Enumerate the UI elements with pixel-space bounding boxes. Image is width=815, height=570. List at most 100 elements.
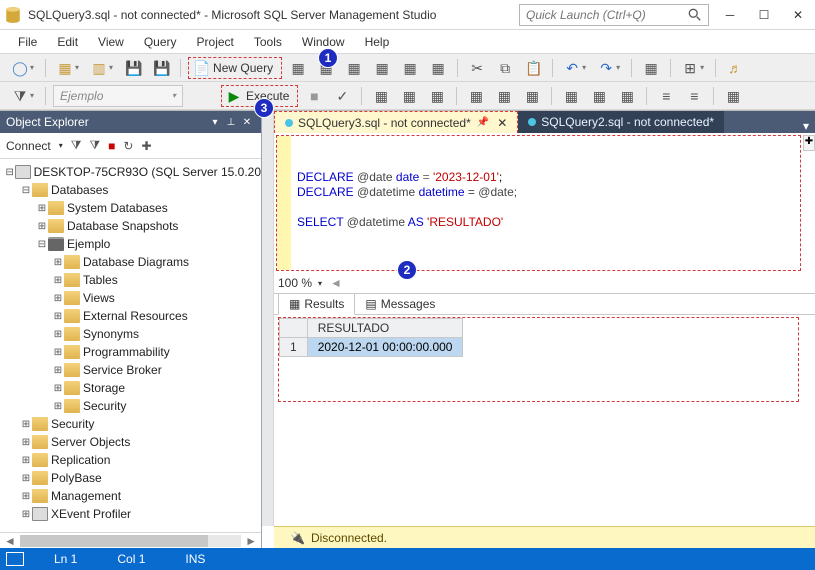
plan-button-6[interactable]: ▦ [520, 85, 544, 107]
new-item-button[interactable]: ▦▾ [53, 57, 83, 79]
tree-node[interactable]: ⊞Security [0, 415, 261, 433]
cell-value[interactable]: 2020-12-01 00:00:00.000 [307, 338, 463, 357]
menu-project[interactable]: Project [187, 32, 244, 52]
toolbar-icon-5[interactable]: ▦ [398, 57, 422, 79]
menu-file[interactable]: File [8, 32, 47, 52]
tree-node[interactable]: ⊞Storage [0, 379, 261, 397]
menu-view[interactable]: View [88, 32, 134, 52]
tab-sqlquery2[interactable]: SQLQuery2.sql - not connected* [518, 111, 724, 133]
status-bar: Ln 1 Col 1 INS [0, 548, 815, 570]
tree-node[interactable]: ⊞Synonyms [0, 325, 261, 343]
panel-close-icon[interactable]: ✕ [239, 117, 255, 128]
stop-button[interactable]: ■ [302, 85, 326, 107]
status-box-icon[interactable] [6, 552, 24, 566]
status-col: Col 1 [97, 552, 165, 566]
menu-tools[interactable]: Tools [244, 32, 292, 52]
row-number[interactable]: 1 [280, 338, 308, 357]
toolbar-icon-6[interactable]: ▦ [426, 57, 450, 79]
toolbar2-icon-a[interactable]: ▦ [721, 85, 745, 107]
stop-connect-icon[interactable]: ■ [108, 139, 115, 153]
annotation-2: 2 [397, 260, 417, 280]
server-icon [15, 165, 30, 179]
zoom-value[interactable]: 100 % [278, 276, 312, 290]
tab-close-icon[interactable]: ✕ [497, 116, 507, 130]
undo-button[interactable]: ↶▾ [560, 57, 590, 79]
toolbar-icon-7[interactable]: ▦ [639, 57, 663, 79]
tree-node[interactable]: ⊞PolyBase [0, 469, 261, 487]
search-icon[interactable] [688, 8, 702, 22]
tree-node[interactable]: ⊞Server Objects [0, 433, 261, 451]
menu-edit[interactable]: Edit [47, 32, 88, 52]
tab-sqlquery3[interactable]: SQLQuery3.sql - not connected* 📌 ✕ [274, 111, 518, 133]
indent-right-button[interactable]: ≡ [682, 85, 706, 107]
tree-snap-node[interactable]: ⊞Database Snapshots [0, 217, 261, 235]
plan-button-1[interactable]: ▦ [369, 85, 393, 107]
toolbar-main: ◯▾ ▦▾ ▥▾ 💾 💾 📄 New Query 1 ▦ ▦ ▦ ▦ ▦ ▦ ✂… [0, 54, 815, 82]
menu-help[interactable]: Help [355, 32, 400, 52]
parse-button[interactable]: ✓ [330, 85, 354, 107]
sql-editor[interactable]: DECLARE @date date = '2023-12-01'; DECLA… [276, 135, 801, 271]
filter-button[interactable]: ⧩▾ [8, 85, 38, 107]
toolbar-icon-8[interactable]: ⊞▾ [678, 57, 708, 79]
plan-button-2[interactable]: ▦ [397, 85, 421, 107]
tree-node[interactable]: ⊞Programmability [0, 343, 261, 361]
maximize-button[interactable]: ☐ [747, 1, 781, 29]
tree-ejemplo-node[interactable]: ⊟Ejemplo [0, 235, 261, 253]
tab-messages[interactable]: ▤Messages [355, 294, 445, 314]
database-combo[interactable]: Ejemplo ▾ [53, 85, 183, 107]
plan-button-3[interactable]: ▦ [425, 85, 449, 107]
cut-button[interactable]: ✂ [465, 57, 489, 79]
open-item-button[interactable]: ▥▾ [87, 57, 117, 79]
menu-query[interactable]: Query [134, 32, 187, 52]
results-grid[interactable]: RESULTADO 12020-12-01 00:00:00.000 [278, 317, 799, 402]
tree-server-node[interactable]: ⊟DESKTOP-75CR93O (SQL Server 15.0.20 [0, 163, 261, 181]
plan-button-9[interactable]: ▦ [615, 85, 639, 107]
object-explorer-tree[interactable]: ⊟DESKTOP-75CR93O (SQL Server 15.0.20 ⊟Da… [0, 159, 261, 532]
tabs-overflow-button[interactable]: ▾ [797, 119, 815, 133]
tree-horizontal-scrollbar[interactable]: ◄► [0, 532, 261, 548]
chevron-down-icon[interactable]: ▾ [318, 279, 322, 288]
tree-node[interactable]: ⊞Management [0, 487, 261, 505]
tree-node[interactable]: ⊞Views [0, 289, 261, 307]
connect-button[interactable]: Connect [6, 139, 51, 153]
pin-right-button[interactable]: ✚ [803, 135, 815, 151]
tab-results[interactable]: ▦Results [278, 293, 355, 315]
tree-databases-node[interactable]: ⊟Databases [0, 181, 261, 199]
quick-launch-box[interactable] [519, 4, 709, 26]
tree-node[interactable]: ⊞Replication [0, 451, 261, 469]
paste-button[interactable]: 📋 [521, 57, 545, 79]
panel-dropdown-icon[interactable]: ▾ [207, 117, 223, 128]
column-header[interactable]: RESULTADO [307, 319, 463, 338]
refresh-icon[interactable]: ↻ [123, 139, 133, 153]
save-all-button[interactable]: 💾 [149, 57, 173, 79]
toolbar-icon-4[interactable]: ▦ [370, 57, 394, 79]
tree-node[interactable]: ⊞Service Broker [0, 361, 261, 379]
plan-button-8[interactable]: ▦ [587, 85, 611, 107]
close-button[interactable]: ✕ [781, 1, 815, 29]
save-button[interactable]: 💾 [121, 57, 145, 79]
toolbar-icon-1[interactable]: ▦ [286, 57, 310, 79]
tree-node[interactable]: ⊞Database Diagrams [0, 253, 261, 271]
filter-icon[interactable]: ⧩ [71, 138, 82, 153]
filter2-icon[interactable]: ⧩ [89, 138, 100, 153]
nav-back-button[interactable]: ◯▾ [8, 57, 38, 79]
plan-button-7[interactable]: ▦ [559, 85, 583, 107]
panel-pin-icon[interactable]: ⊥ [223, 117, 239, 128]
plan-button-5[interactable]: ▦ [492, 85, 516, 107]
redo-button[interactable]: ↷▾ [594, 57, 624, 79]
indent-left-button[interactable]: ≡ [654, 85, 678, 107]
tree-sysdb-node[interactable]: ⊞System Databases [0, 199, 261, 217]
minimize-button[interactable]: ─ [713, 1, 747, 29]
tree-node[interactable]: ⊞XEvent Profiler [0, 505, 261, 523]
quick-launch-input[interactable] [526, 8, 688, 22]
tree-node[interactable]: ⊞External Resources [0, 307, 261, 325]
tree-node[interactable]: ⊞Tables [0, 271, 261, 289]
tree-node[interactable]: ⊞Security [0, 397, 261, 415]
new-query-button[interactable]: 📄 New Query [188, 57, 282, 79]
plan-button-4[interactable]: ▦ [464, 85, 488, 107]
toolbar-icon-3[interactable]: ▦ [342, 57, 366, 79]
copy-button[interactable]: ⧉ [493, 57, 517, 79]
pin-icon[interactable]: 📌 [477, 117, 489, 128]
toolbar-icon-9[interactable]: ♬ [723, 57, 747, 79]
plus-icon[interactable]: ✚ [141, 139, 151, 153]
